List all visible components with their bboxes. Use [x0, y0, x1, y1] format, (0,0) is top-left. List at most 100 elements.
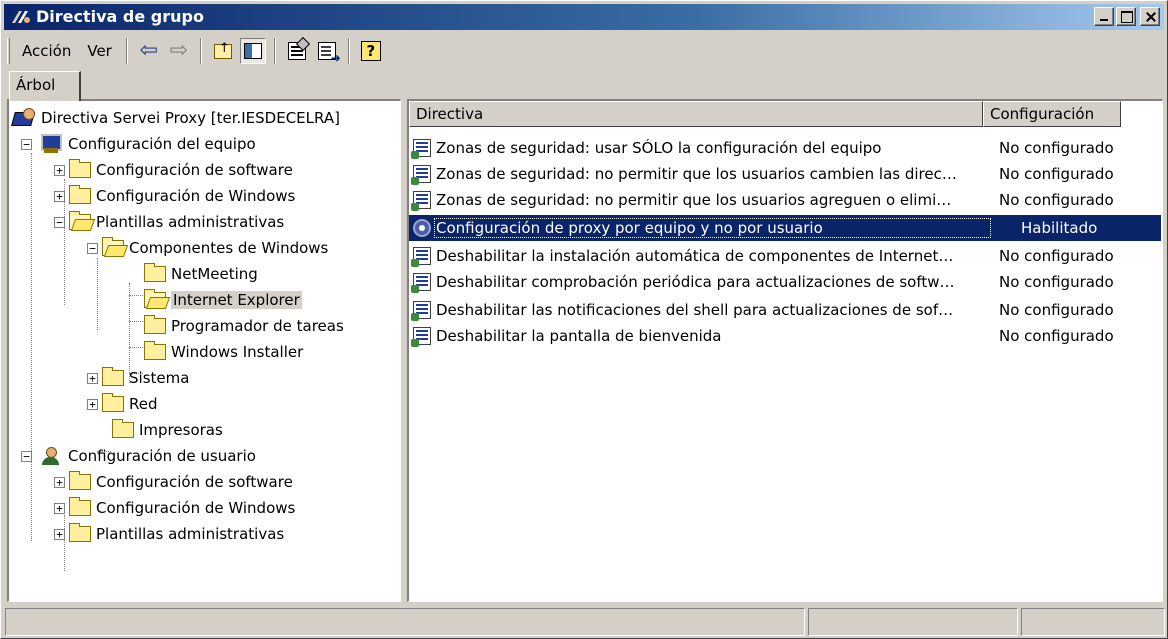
policy-row[interactable]: Deshabilitar comprobación periódica para…	[409, 269, 1161, 295]
tree-item-label: Red	[129, 395, 158, 413]
menu-ver-label: Ver	[87, 42, 112, 60]
column-header-setting[interactable]: Configuración	[983, 101, 1121, 127]
tree-item-admin-templates[interactable]: − Plantillas administrativas	[54, 209, 284, 235]
tree-item-user-software-settings[interactable]: + Configuración de software	[54, 469, 293, 495]
back-button[interactable]: ⇦	[136, 38, 162, 64]
tree-item-netmeeting[interactable]: NetMeeting	[144, 261, 258, 287]
up-folder-icon	[213, 41, 232, 59]
show-tree-icon	[243, 43, 262, 59]
tree-item-internet-explorer[interactable]: Internet Explorer	[144, 287, 302, 313]
menu-ver[interactable]: Ver	[79, 37, 120, 65]
tree-item-gpo-root[interactable]: Directiva Servei Proxy [ter.IESDECELRA]	[13, 105, 340, 131]
close-button[interactable]	[1140, 7, 1160, 26]
forward-arrow-icon: ⇨	[169, 38, 189, 63]
gear-policy-icon	[413, 219, 431, 237]
policy-row[interactable]: Deshabilitar la pantalla de bienvenida N…	[409, 323, 1161, 349]
folder-open-icon	[102, 237, 124, 256]
policy-icon	[411, 301, 431, 321]
tree-item-task-scheduler[interactable]: Programador de tareas	[144, 313, 344, 339]
policy-setting: Habilitado	[1021, 219, 1098, 237]
collapse-toggle[interactable]: −	[21, 450, 32, 462]
policy-name: Configuración de proxy por equipo y no p…	[434, 218, 991, 238]
tree-item-label: Configuración de software	[96, 161, 293, 179]
policy-name: Deshabilitar comprobación periódica para…	[436, 273, 955, 291]
up-one-level-button[interactable]	[210, 38, 236, 64]
column-header-setting-label: Configuración	[990, 105, 1095, 123]
folder-icon	[69, 471, 91, 490]
policy-row-selected[interactable]: Configuración de proxy por equipo y no p…	[409, 215, 1161, 241]
help-button[interactable]: ?	[358, 38, 384, 64]
status-segment	[1021, 608, 1165, 636]
policy-setting: No configurado	[999, 327, 1114, 345]
maximize-button[interactable]	[1116, 7, 1136, 26]
expand-toggle[interactable]: +	[54, 528, 65, 540]
folder-icon	[69, 185, 91, 204]
toolbar-separator	[347, 38, 350, 64]
expand-toggle[interactable]: +	[54, 502, 65, 514]
policy-setting: No configurado	[999, 301, 1114, 319]
policy-icon	[411, 165, 431, 185]
tree-item-user-config[interactable]: − Configuración de usuario	[21, 443, 256, 469]
back-arrow-icon: ⇦	[139, 38, 159, 63]
column-header-policy[interactable]: Directiva	[409, 101, 983, 127]
tree-item-windows-settings[interactable]: + Configuración de Windows	[54, 183, 295, 209]
minimize-button[interactable]	[1094, 7, 1114, 26]
toolbar-grip[interactable]	[7, 38, 10, 64]
folder-icon	[102, 367, 124, 386]
folder-icon	[112, 419, 134, 438]
tree-item-windows-components[interactable]: − Componentes de Windows	[87, 235, 328, 261]
folder-icon	[144, 315, 166, 334]
collapse-toggle[interactable]: −	[21, 138, 32, 150]
tree-item-user-admin-templates[interactable]: + Plantillas administrativas	[54, 521, 284, 547]
tree-item-printers[interactable]: Impresoras	[112, 417, 223, 443]
properties-icon	[287, 42, 306, 60]
policy-icon	[411, 273, 431, 293]
tree-item-system[interactable]: + Sistema	[87, 365, 189, 391]
tree-item-label: Windows Installer	[171, 343, 304, 361]
expand-toggle[interactable]: +	[87, 372, 98, 384]
tree-item-label: Plantillas administrativas	[96, 525, 285, 543]
column-header-policy-label: Directiva	[416, 105, 484, 123]
policy-row[interactable]: Deshabilitar la instalación automática d…	[409, 243, 1161, 269]
tab-arbol[interactable]: Árbol	[9, 71, 81, 101]
tree-line	[129, 295, 143, 296]
policy-row[interactable]: Zonas de seguridad: usar SÓLO la configu…	[409, 135, 1161, 161]
window-title: Directiva de grupo	[36, 7, 204, 26]
policy-row[interactable]: Deshabilitar las notificaciones del shel…	[409, 297, 1161, 323]
expand-toggle[interactable]: +	[54, 476, 65, 488]
tree-item-computer-config[interactable]: − Configuración del equipo	[21, 131, 256, 157]
export-list-button[interactable]	[314, 38, 341, 65]
forward-button[interactable]: ⇨	[166, 38, 192, 64]
computer-icon	[40, 134, 62, 154]
tree-pane[interactable]: Directiva Servei Proxy [ter.IESDECELRA] …	[7, 99, 401, 602]
expand-toggle[interactable]: +	[87, 398, 98, 410]
title-bar[interactable]: Directiva de grupo	[4, 4, 1164, 30]
properties-button[interactable]	[284, 38, 310, 64]
collapse-toggle[interactable]: −	[54, 216, 65, 228]
tree-item-label: Componentes de Windows	[129, 239, 329, 257]
policy-name: Zonas de seguridad: no permitir que los …	[436, 165, 957, 183]
policy-setting: No configurado	[999, 273, 1114, 291]
expand-toggle[interactable]: +	[54, 190, 65, 202]
tree-item-user-windows-settings[interactable]: + Configuración de Windows	[54, 495, 295, 521]
tree-line	[129, 347, 143, 348]
menu-accion[interactable]: Acción	[14, 37, 79, 65]
toolbar-separator	[199, 38, 202, 64]
menu-accion-label: Acción	[22, 42, 72, 60]
tree-item-network[interactable]: + Red	[87, 391, 158, 417]
tree-item-windows-installer[interactable]: Windows Installer	[144, 339, 303, 365]
policy-name: Deshabilitar las notificaciones del shel…	[436, 301, 954, 319]
policy-setting: No configurado	[999, 165, 1114, 183]
tree-line	[31, 153, 32, 541]
tree-item-label: Plantillas administrativas	[96, 213, 285, 231]
show-hide-tree-button[interactable]	[239, 38, 266, 64]
expand-toggle[interactable]: +	[54, 164, 65, 176]
toolbar: Acción Ver ⇦ ⇨ ?	[5, 35, 1165, 67]
tree-item-label: Configuración de Windows	[96, 499, 296, 517]
tree-item-label: Directiva Servei Proxy [ter.IESDECELRA]	[41, 109, 340, 127]
policy-list-pane[interactable]: Directiva Configuración Zonas de segurid…	[407, 99, 1163, 602]
tree-item-software-settings[interactable]: + Configuración de software	[54, 157, 293, 183]
policy-row[interactable]: Zonas de seguridad: no permitir que los …	[409, 187, 1161, 213]
collapse-toggle[interactable]: −	[87, 242, 98, 254]
policy-row[interactable]: Zonas de seguridad: no permitir que los …	[409, 161, 1161, 187]
